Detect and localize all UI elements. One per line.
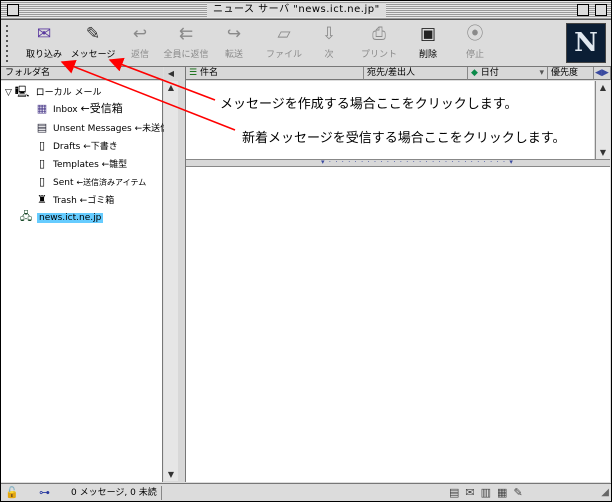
folder-drafts[interactable]: ▯ Drafts ←下書き: [35, 139, 118, 153]
sent-note: ←送信済みアイテム: [76, 178, 147, 187]
mail-window: ニュース サーバ "news.ict.ne.jp" ✉ 取り込み ✎ メッセージ…: [0, 0, 612, 502]
list-scroll-up-arrow[interactable]: ▲: [596, 81, 610, 94]
navigator-icon[interactable]: ▤: [449, 486, 465, 499]
next-icon: ⇩: [321, 24, 337, 44]
netscape-logo[interactable]: N: [566, 23, 606, 63]
pane-splitter[interactable]: ◀ ▲ ▼: [164, 67, 186, 482]
sort-indicator-icon: ▾: [539, 68, 544, 78]
column-sender[interactable]: 宛先/差出人: [364, 67, 468, 80]
folder-scroll-down-arrow[interactable]: ▼: [164, 468, 178, 481]
status-divider: [161, 486, 162, 500]
message-preview-pane[interactable]: [186, 167, 610, 482]
drafts-note: ←下書き: [83, 142, 118, 152]
collapse-left-arrow[interactable]: ◀: [164, 67, 178, 80]
trash-note: ←ゴミ箱: [79, 196, 115, 206]
column-date[interactable]: ◆ 日付 ▾: [468, 67, 548, 80]
news-server-label: news.ict.ne.jp: [37, 213, 104, 223]
composer-icon[interactable]: ✎: [513, 486, 528, 499]
folder-templates[interactable]: ▯ Templates ←雛型: [35, 157, 127, 171]
title-bar[interactable]: ニュース サーバ "news.ict.ne.jp": [1, 1, 611, 20]
column-subject[interactable]: ☰ 件名: [186, 67, 364, 80]
reply-button[interactable]: ↩ 返信: [125, 24, 155, 62]
next-button[interactable]: ⇩ 次: [317, 24, 341, 62]
resize-grip-icon[interactable]: ◢: [601, 484, 609, 501]
inbox-icon: ▦: [36, 102, 48, 115]
stop-button[interactable]: ⦿ 停止: [461, 24, 489, 62]
folder-pane: ▽ 🖳 ローカル メール ▦ Inbox ←受信箱 ▤ Unsent Message…: [1, 81, 196, 482]
splitter-grip-icon: ▾ · · · · · · · · · · · · · · · · · · · …: [321, 158, 514, 166]
get-mail-icon: ✉: [36, 24, 52, 44]
preview-splitter[interactable]: ▾ · · · · · · · · · · · · · · · · · · · …: [186, 158, 610, 167]
online-status-icon[interactable]: ⊶: [39, 484, 50, 501]
column-priority[interactable]: 優先度: [548, 67, 594, 80]
collapse-box[interactable]: [595, 4, 607, 16]
news-server-icon: 🖧: [19, 210, 33, 223]
receive-callout: 新着メッセージを受信する場合ここをクリックします。: [242, 131, 566, 146]
delete-icon: ▣: [419, 24, 437, 44]
zoom-box[interactable]: [577, 4, 589, 16]
compose-callout: メッセージを作成する場合ここをクリックします。: [220, 97, 518, 112]
stop-icon: ⦿: [466, 24, 484, 44]
folder-column-header[interactable]: フォルダ名: [1, 67, 163, 80]
status-bar: 🔓 ⊶ 0 メッセージ, 0 未読 ▤✉▥▦✎ ◢: [1, 483, 611, 501]
folder-trash[interactable]: ♜ Trash ←ゴミ箱: [35, 193, 114, 207]
list-scroll-down-arrow[interactable]: ▼: [596, 146, 610, 159]
folder-sent[interactable]: ▯ Sent ←送信済みアイテム: [35, 175, 146, 189]
local-mail-group[interactable]: ▽ 🖳 ローカル メール: [5, 85, 102, 99]
toolbar-grip[interactable]: [4, 22, 12, 64]
component-bar: ▤✉▥▦✎: [449, 484, 529, 501]
forward-icon: ↪: [226, 24, 242, 44]
folder-inbox[interactable]: ▦ Inbox ←受信箱: [35, 102, 123, 116]
thread-toggle-icon[interactable]: ☰: [189, 68, 197, 78]
window-title: ニュース サーバ "news.ict.ne.jp": [207, 3, 386, 17]
news-server-item[interactable]: 🖧 news.ict.ne.jp: [19, 209, 104, 225]
mail-icon[interactable]: ✉: [465, 486, 480, 499]
folder-scroll-up-arrow[interactable]: ▲: [164, 81, 178, 94]
trash-icon: ♜: [37, 193, 47, 206]
toolbar: ✉ 取り込み ✎ メッセージ ↩ 返信 ⇇ 全員に返信 ↪ 転送 ▱ ファイル …: [1, 20, 611, 67]
message-list-scrollbar[interactable]: ▲ ▼: [595, 81, 610, 159]
new-message-icon: ✎: [85, 24, 101, 44]
address-book-icon[interactable]: ▦: [497, 486, 513, 499]
print-button[interactable]: ⎙ プリント: [357, 24, 401, 62]
newsgroups-icon[interactable]: ▥: [481, 486, 497, 499]
reply-all-button[interactable]: ⇇ 全員に返信: [161, 24, 211, 62]
unsent-icon: ▤: [36, 121, 48, 134]
file-button[interactable]: ▱ ファイル: [263, 24, 305, 62]
security-lock-icon[interactable]: 🔓: [5, 484, 19, 501]
print-icon: ⎙: [372, 24, 386, 44]
sent-icon: ▯: [38, 175, 46, 188]
column-picker[interactable]: ◀▶: [594, 67, 611, 80]
templates-icon: ▯: [38, 157, 46, 170]
file-icon: ▱: [277, 24, 291, 44]
local-mail-icon: 🖳: [14, 85, 30, 98]
forward-button[interactable]: ↪ 転送: [219, 24, 249, 62]
delete-button[interactable]: ▣ 削除: [413, 24, 443, 62]
reply-all-icon: ⇇: [178, 24, 194, 44]
new-message-button[interactable]: ✎ メッセージ: [67, 24, 119, 62]
close-box[interactable]: [7, 4, 19, 16]
reply-icon: ↩: [132, 24, 148, 44]
disclosure-triangle-icon[interactable]: ▽: [5, 88, 12, 98]
get-mail-button[interactable]: ✉ 取り込み: [21, 24, 67, 62]
templates-note: ←雛型: [101, 160, 128, 170]
column-scroll-icon: ◀▶: [595, 68, 609, 78]
inbox-note: ←受信箱: [80, 102, 123, 115]
folder-scrollbar[interactable]: ▲ ▼: [164, 81, 178, 481]
read-status-icon: ◆: [471, 68, 478, 78]
drafts-icon: ▯: [38, 139, 46, 152]
status-text: 0 メッセージ, 0 未読: [71, 488, 157, 498]
